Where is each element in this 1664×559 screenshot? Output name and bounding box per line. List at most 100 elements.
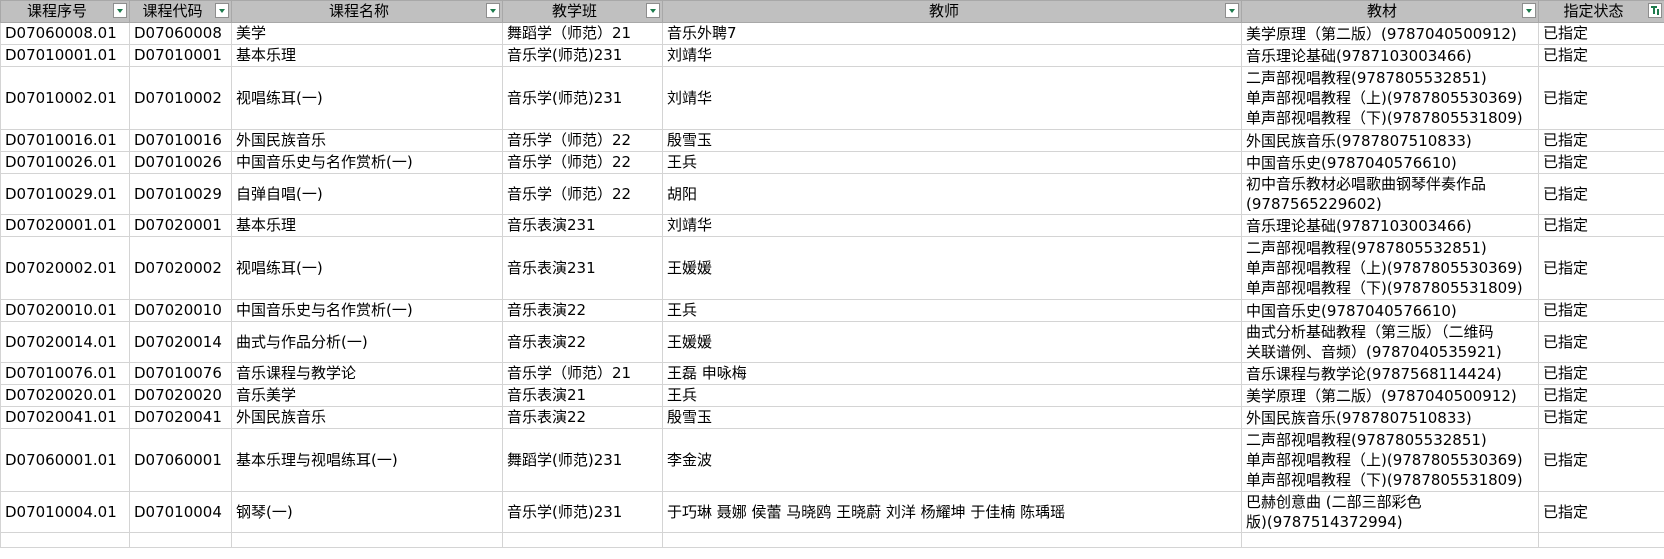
cell-seq[interactable]: D07060001.01 <box>0 428 130 492</box>
cell-status[interactable]: 已指定 <box>1538 44 1664 67</box>
cell-seq[interactable]: D07010002.01 <box>0 66 130 130</box>
filter-dropdown-icon[interactable] <box>1225 3 1239 18</box>
cell-class[interactable]: 音乐学(师范)231 <box>502 66 663 130</box>
cell-name[interactable]: 中国音乐史与名作赏析(一) <box>231 151 503 174</box>
cell-code[interactable]: D07060001 <box>129 428 232 492</box>
cell-seq[interactable]: D07020002.01 <box>0 236 130 300</box>
cell-teacher[interactable]: 王媛媛 <box>662 236 1242 300</box>
cell-code[interactable]: D07020002 <box>129 236 232 300</box>
cell-status[interactable]: 已指定 <box>1538 428 1664 492</box>
cell-status[interactable]: 已指定 <box>1538 491 1664 533</box>
cell-class[interactable]: 舞蹈学(师范)231 <box>502 428 663 492</box>
cell-seq[interactable]: D07010004.01 <box>0 491 130 533</box>
cell-class[interactable]: 音乐学（师范）22 <box>502 151 663 174</box>
cell-teacher[interactable]: 王媛媛 <box>662 321 1242 363</box>
filter-active-icon[interactable] <box>1648 3 1662 18</box>
cell-seq[interactable]: D07010026.01 <box>0 151 130 174</box>
cell-class[interactable]: 音乐表演21 <box>502 384 663 407</box>
cell-seq[interactable]: D07010016.01 <box>0 129 130 152</box>
cell-teacher[interactable]: 于巧琳 聂娜 侯蕾 马晓鸥 王晓蔚 刘洋 杨耀坤 于佳楠 陈瑀瑶 <box>662 491 1242 533</box>
cell-class[interactable]: 音乐表演22 <box>502 299 663 322</box>
cell-name[interactable]: 钢琴(一) <box>231 491 503 533</box>
cell-class[interactable]: 音乐表演22 <box>502 406 663 429</box>
cell-status[interactable]: 已指定 <box>1538 236 1664 300</box>
cell-seq[interactable]: D07010001.01 <box>0 44 130 67</box>
cell-seq[interactable]: D07010029.01 <box>0 173 130 215</box>
cell-teacher[interactable]: 王兵 <box>662 299 1242 322</box>
filter-dropdown-icon[interactable] <box>215 3 229 18</box>
empty-cell[interactable] <box>502 532 663 548</box>
cell-textbook[interactable]: 外国民族音乐(9787807510833) <box>1241 406 1539 429</box>
cell-code[interactable]: D07010004 <box>129 491 232 533</box>
cell-code[interactable]: D07020010 <box>129 299 232 322</box>
cell-code[interactable]: D07020020 <box>129 384 232 407</box>
cell-status[interactable]: 已指定 <box>1538 384 1664 407</box>
cell-status[interactable]: 已指定 <box>1538 22 1664 45</box>
cell-name[interactable]: 美学 <box>231 22 503 45</box>
cell-textbook[interactable]: 美学原理（第二版）(9787040500912) <box>1241 384 1539 407</box>
cell-code[interactable]: D07060008 <box>129 22 232 45</box>
cell-seq[interactable]: D07020010.01 <box>0 299 130 322</box>
header-teaching-class[interactable]: 教学班 <box>502 0 663 23</box>
cell-seq[interactable]: D07060008.01 <box>0 22 130 45</box>
cell-code[interactable]: D07020001 <box>129 214 232 237</box>
cell-class[interactable]: 音乐学(师范)231 <box>502 44 663 67</box>
cell-code[interactable]: D07010029 <box>129 173 232 215</box>
cell-name[interactable]: 视唱练耳(一) <box>231 236 503 300</box>
cell-teacher[interactable]: 音乐外聘7 <box>662 22 1242 45</box>
cell-status[interactable]: 已指定 <box>1538 214 1664 237</box>
empty-cell[interactable] <box>0 532 130 548</box>
cell-status[interactable]: 已指定 <box>1538 66 1664 130</box>
filter-dropdown-icon[interactable] <box>113 3 127 18</box>
filter-dropdown-icon[interactable] <box>486 3 500 18</box>
header-status[interactable]: 指定状态 <box>1538 0 1664 23</box>
cell-name[interactable]: 自弹自唱(一) <box>231 173 503 215</box>
cell-teacher[interactable]: 王磊 申咏梅 <box>662 362 1242 385</box>
cell-seq[interactable]: D07020041.01 <box>0 406 130 429</box>
cell-textbook[interactable]: 曲式分析基础教程（第三版）（二维码 关联谱例、音频）(9787040535921) <box>1241 321 1539 363</box>
cell-teacher[interactable]: 殷雪玉 <box>662 406 1242 429</box>
cell-class[interactable]: 音乐学(师范)231 <box>502 491 663 533</box>
cell-status[interactable]: 已指定 <box>1538 151 1664 174</box>
cell-textbook[interactable]: 音乐课程与教学论(9787568114424) <box>1241 362 1539 385</box>
cell-textbook[interactable]: 二声部视唱教程(9787805532851) 单声部视唱教程（上)(9787805… <box>1241 66 1539 130</box>
cell-class[interactable]: 音乐表演231 <box>502 236 663 300</box>
cell-code[interactable]: D07010002 <box>129 66 232 130</box>
cell-class[interactable]: 舞蹈学（师范）21 <box>502 22 663 45</box>
cell-name[interactable]: 曲式与作品分析(一) <box>231 321 503 363</box>
cell-seq[interactable]: D07020014.01 <box>0 321 130 363</box>
cell-name[interactable]: 外国民族音乐 <box>231 406 503 429</box>
cell-name[interactable]: 中国音乐史与名作赏析(一) <box>231 299 503 322</box>
empty-cell[interactable] <box>231 532 503 548</box>
header-course-code[interactable]: 课程代码 <box>129 0 232 23</box>
cell-name[interactable]: 基本乐理 <box>231 44 503 67</box>
filter-dropdown-icon[interactable] <box>646 3 660 18</box>
cell-status[interactable]: 已指定 <box>1538 362 1664 385</box>
cell-name[interactable]: 视唱练耳(一) <box>231 66 503 130</box>
cell-teacher[interactable]: 刘靖华 <box>662 66 1242 130</box>
cell-class[interactable]: 音乐表演231 <box>502 214 663 237</box>
cell-code[interactable]: D07010026 <box>129 151 232 174</box>
cell-class[interactable]: 音乐学（师范）22 <box>502 129 663 152</box>
cell-status[interactable]: 已指定 <box>1538 173 1664 215</box>
cell-name[interactable]: 外国民族音乐 <box>231 129 503 152</box>
cell-status[interactable]: 已指定 <box>1538 321 1664 363</box>
cell-teacher[interactable]: 殷雪玉 <box>662 129 1242 152</box>
cell-code[interactable]: D07010001 <box>129 44 232 67</box>
cell-textbook[interactable]: 二声部视唱教程(9787805532851) 单声部视唱教程（上)(9787805… <box>1241 428 1539 492</box>
cell-textbook[interactable]: 外国民族音乐(9787807510833) <box>1241 129 1539 152</box>
cell-textbook[interactable]: 初中音乐教材必唱歌曲钢琴伴奏作品 (9787565229602) <box>1241 173 1539 215</box>
cell-seq[interactable]: D07020020.01 <box>0 384 130 407</box>
cell-textbook[interactable]: 美学原理（第二版）(9787040500912) <box>1241 22 1539 45</box>
cell-textbook[interactable]: 中国音乐史(9787040576610) <box>1241 151 1539 174</box>
cell-class[interactable]: 音乐学（师范）22 <box>502 173 663 215</box>
filter-dropdown-icon[interactable] <box>1522 3 1536 18</box>
cell-seq[interactable]: D07020001.01 <box>0 214 130 237</box>
cell-teacher[interactable]: 王兵 <box>662 384 1242 407</box>
header-course-name[interactable]: 课程名称 <box>231 0 503 23</box>
header-textbook[interactable]: 教材 <box>1241 0 1539 23</box>
cell-textbook[interactable]: 音乐理论基础(9787103003466) <box>1241 214 1539 237</box>
empty-cell[interactable] <box>129 532 232 548</box>
cell-status[interactable]: 已指定 <box>1538 129 1664 152</box>
header-course-seq[interactable]: 课程序号 <box>0 0 130 23</box>
